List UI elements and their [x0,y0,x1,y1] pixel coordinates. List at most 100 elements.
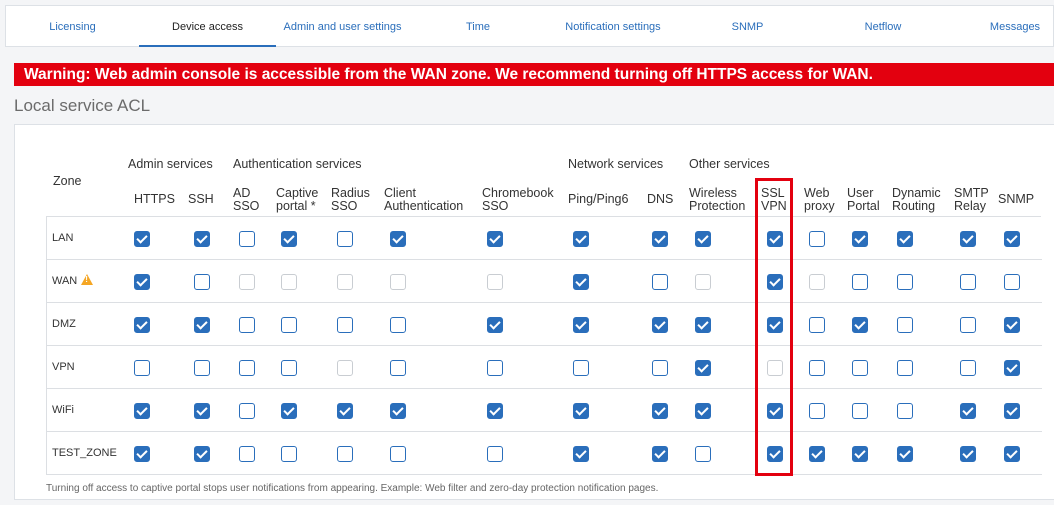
service-checkbox[interactable] [390,360,406,376]
service-checkbox[interactable] [281,446,297,462]
service-checkbox[interactable] [239,446,255,462]
service-checkbox[interactable] [487,360,503,376]
service-checkbox[interactable] [1004,317,1020,333]
service-checkbox[interactable] [960,446,976,462]
service-checkbox[interactable] [897,317,913,333]
service-checkbox[interactable] [281,317,297,333]
service-checkbox[interactable] [767,317,783,333]
service-checkbox[interactable] [652,317,668,333]
service-checkbox[interactable] [1004,360,1020,376]
tab-snmp[interactable]: SNMP [679,6,816,47]
service-checkbox[interactable] [652,231,668,247]
tab-admin-user-settings[interactable]: Admin and user settings [276,6,409,47]
group-other-services: Other services [689,157,770,171]
service-checkbox[interactable] [767,403,783,419]
service-checkbox[interactable] [767,274,783,290]
service-checkbox[interactable] [695,360,711,376]
service-checkbox[interactable] [239,317,255,333]
service-checkbox[interactable] [194,360,210,376]
service-checkbox[interactable] [239,360,255,376]
service-checkbox[interactable] [134,231,150,247]
service-checkbox[interactable] [134,274,150,290]
service-checkbox[interactable] [134,446,150,462]
service-checkbox[interactable] [652,360,668,376]
service-checkbox[interactable] [337,317,353,333]
service-checkbox[interactable] [573,403,589,419]
service-checkbox[interactable] [652,403,668,419]
service-checkbox[interactable] [1004,446,1020,462]
service-checkbox[interactable] [695,403,711,419]
service-checkbox[interactable] [390,231,406,247]
service-checkbox[interactable] [852,403,868,419]
service-checkbox[interactable] [194,446,210,462]
service-checkbox[interactable] [337,403,353,419]
service-checkbox[interactable] [809,360,825,376]
service-checkbox[interactable] [194,317,210,333]
service-checkbox[interactable] [960,360,976,376]
service-checkbox[interactable] [239,231,255,247]
service-checkbox[interactable] [573,231,589,247]
service-checkbox[interactable] [767,231,783,247]
column-header: Captive portal * [276,187,318,213]
service-checkbox[interactable] [652,274,668,290]
service-checkbox[interactable] [852,317,868,333]
service-checkbox[interactable] [134,360,150,376]
service-checkbox[interactable] [1004,231,1020,247]
service-checkbox[interactable] [809,446,825,462]
service-checkbox[interactable] [852,360,868,376]
service-checkbox[interactable] [573,446,589,462]
service-checkbox[interactable] [897,360,913,376]
tab-notification-settings[interactable]: Notification settings [547,6,679,47]
service-checkbox[interactable] [1004,274,1020,290]
service-checkbox[interactable] [960,231,976,247]
service-checkbox[interactable] [337,231,353,247]
service-checkbox[interactable] [695,231,711,247]
service-checkbox[interactable] [573,360,589,376]
tab-device-access[interactable]: Device access [139,6,276,47]
service-checkbox[interactable] [487,446,503,462]
service-checkbox[interactable] [573,274,589,290]
service-checkbox[interactable] [897,446,913,462]
zone-cell: DMZ [52,303,76,346]
service-checkbox[interactable] [852,231,868,247]
service-checkbox[interactable] [194,231,210,247]
service-checkbox[interactable] [960,274,976,290]
column-header: User Portal [847,187,880,213]
service-checkbox[interactable] [134,403,150,419]
service-checkbox[interactable] [809,317,825,333]
service-checkbox[interactable] [897,274,913,290]
service-checkbox[interactable] [809,403,825,419]
service-checkbox[interactable] [809,231,825,247]
service-checkbox[interactable] [390,403,406,419]
service-checkbox[interactable] [281,360,297,376]
service-checkbox[interactable] [897,231,913,247]
service-checkbox[interactable] [767,446,783,462]
service-checkbox[interactable] [239,403,255,419]
service-checkbox[interactable] [695,317,711,333]
service-checkbox[interactable] [134,317,150,333]
service-checkbox[interactable] [390,317,406,333]
service-checkbox[interactable] [194,274,210,290]
tab-netflow[interactable]: Netflow [816,6,950,47]
service-checkbox[interactable] [487,403,503,419]
service-checkbox[interactable] [337,446,353,462]
service-checkbox[interactable] [960,403,976,419]
tab-licensing[interactable]: Licensing [6,6,139,47]
service-checkbox[interactable] [487,317,503,333]
service-checkbox[interactable] [652,446,668,462]
tab-messages[interactable]: Messages [950,6,1054,47]
column-header-line2: Relay [954,199,986,213]
service-checkbox[interactable] [1004,403,1020,419]
service-checkbox[interactable] [281,403,297,419]
service-checkbox[interactable] [852,274,868,290]
service-checkbox[interactable] [960,317,976,333]
service-checkbox[interactable] [852,446,868,462]
service-checkbox[interactable] [487,231,503,247]
service-checkbox[interactable] [695,446,711,462]
service-checkbox[interactable] [390,446,406,462]
service-checkbox[interactable] [281,231,297,247]
tab-time[interactable]: Time [409,6,547,47]
service-checkbox[interactable] [194,403,210,419]
service-checkbox[interactable] [897,403,913,419]
service-checkbox[interactable] [573,317,589,333]
